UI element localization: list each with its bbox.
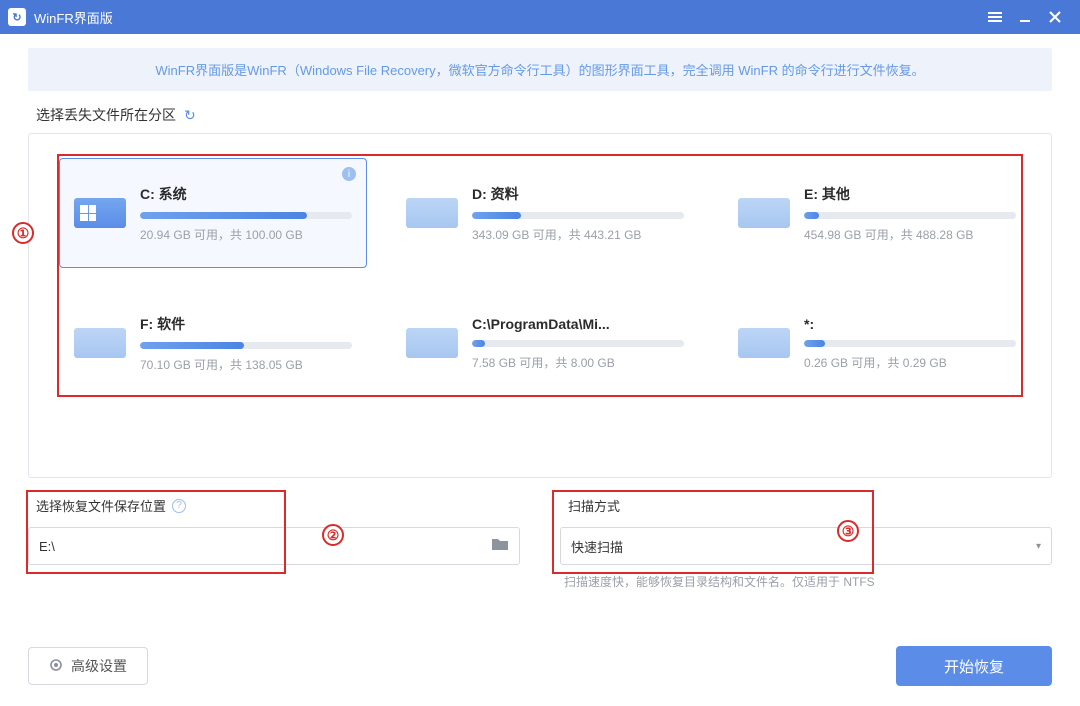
drive-info: C: 系统 20.94 GB 可用，共 100.00 GB	[140, 184, 352, 243]
drive-icon	[74, 198, 126, 228]
close-icon	[1049, 11, 1061, 23]
drive-info: E: 其他 454.98 GB 可用，共 488.28 GB	[804, 184, 1016, 243]
advanced-settings-label: 高级设置	[71, 656, 127, 676]
drive-card[interactable]: F: 软件 70.10 GB 可用，共 138.05 GB	[59, 288, 367, 398]
drive-icon	[406, 198, 458, 228]
start-recovery-button[interactable]: 开始恢复	[896, 646, 1052, 686]
info-banner-text: WinFR界面版是WinFR（Windows File Recovery，微软官…	[155, 63, 924, 78]
drive-card[interactable]: *: 0.26 GB 可用，共 0.29 GB	[723, 288, 1031, 398]
menu-button[interactable]	[980, 0, 1010, 34]
hamburger-icon	[987, 11, 1003, 23]
titlebar: ↻ WinFR界面版	[0, 0, 1080, 34]
drive-name: *:	[804, 316, 1016, 332]
scan-mode-label: 扫描方式	[568, 496, 1052, 515]
drive-stats: 454.98 GB 可用，共 488.28 GB	[804, 226, 1016, 243]
footer: 高级设置 开始恢复	[28, 646, 1052, 686]
drive-info: C:\ProgramData\Mi... 7.58 GB 可用，共 8.00 GB	[472, 316, 684, 371]
info-icon[interactable]: i	[342, 167, 356, 181]
drive-card[interactable]: E: 其他 454.98 GB 可用，共 488.28 GB	[723, 158, 1031, 268]
scan-mode-helper: 扫描速度快，能够恢复目录结构和文件名。仅适用于 NTFS	[564, 573, 1052, 590]
save-location-label: 选择恢复文件保存位置 ?	[36, 496, 520, 515]
drive-info: *: 0.26 GB 可用，共 0.29 GB	[804, 316, 1016, 371]
info-banner: WinFR界面版是WinFR（Windows File Recovery，微软官…	[28, 48, 1052, 91]
scan-mode-column: 扫描方式 快速扫描 ▾ 扫描速度快，能够恢复目录结构和文件名。仅适用于 NTFS	[560, 496, 1052, 590]
drive-usage-bar	[472, 340, 684, 347]
drive-stats: 7.58 GB 可用，共 8.00 GB	[472, 354, 684, 371]
drive-stats: 0.26 GB 可用，共 0.29 GB	[804, 354, 1016, 371]
drive-icon	[74, 328, 126, 358]
chevron-down-icon: ▾	[1036, 541, 1041, 552]
drive-card[interactable]: i C: 系统 20.94 GB 可用，共 100.00 GB	[59, 158, 367, 268]
drive-name: E: 其他	[804, 184, 1016, 204]
partition-panel: i C: 系统 20.94 GB 可用，共 100.00 GB D: 资料 343.09…	[28, 133, 1052, 478]
scan-mode-select[interactable]: 快速扫描 ▾	[560, 527, 1052, 565]
app-logo-icon: ↻	[8, 8, 26, 26]
section-label: 选择丢失文件所在分区	[36, 105, 176, 125]
drive-name: F: 软件	[140, 314, 352, 334]
drive-info: D: 资料 343.09 GB 可用，共 443.21 GB	[472, 184, 684, 243]
drive-name: C: 系统	[140, 184, 352, 204]
drive-icon	[738, 328, 790, 358]
drive-info: F: 软件 70.10 GB 可用，共 138.05 GB	[140, 314, 352, 373]
save-location-column: 选择恢复文件保存位置 ? E:\	[28, 496, 520, 590]
save-location-value: E:\	[39, 539, 491, 554]
drive-stats: 343.09 GB 可用，共 443.21 GB	[472, 226, 684, 243]
drive-stats: 20.94 GB 可用，共 100.00 GB	[140, 226, 352, 243]
drive-stats: 70.10 GB 可用，共 138.05 GB	[140, 356, 352, 373]
close-button[interactable]	[1040, 0, 1070, 34]
drive-icon	[406, 328, 458, 358]
drive-usage-bar	[804, 212, 1016, 219]
drive-usage-bar	[472, 212, 684, 219]
start-recovery-label: 开始恢复	[944, 656, 1004, 677]
minimize-icon	[1018, 10, 1032, 24]
folder-icon[interactable]	[491, 537, 509, 556]
drive-icon	[738, 198, 790, 228]
scan-mode-value: 快速扫描	[571, 537, 1036, 556]
drive-grid: i C: 系统 20.94 GB 可用，共 100.00 GB D: 资料 343.09…	[59, 158, 1031, 398]
advanced-settings-button[interactable]: 高级设置	[28, 647, 148, 685]
drive-name: C:\ProgramData\Mi...	[472, 316, 684, 332]
save-location-input[interactable]: E:\	[28, 527, 520, 565]
bottom-row: 选择恢复文件保存位置 ? E:\ 扫描方式 快速扫描 ▾ 扫描速度快，能够恢复目…	[28, 496, 1052, 590]
help-icon[interactable]: ?	[172, 499, 186, 513]
drive-usage-bar	[804, 340, 1016, 347]
minimize-button[interactable]	[1010, 0, 1040, 34]
app-title: WinFR界面版	[34, 8, 113, 27]
gear-icon	[49, 658, 63, 675]
refresh-icon[interactable]: ↻	[184, 107, 196, 124]
drive-card[interactable]: C:\ProgramData\Mi... 7.58 GB 可用，共 8.00 GB	[391, 288, 699, 398]
select-partition-heading: 选择丢失文件所在分区 ↻	[36, 105, 1052, 125]
drive-usage-bar	[140, 212, 352, 219]
drive-name: D: 资料	[472, 184, 684, 204]
drive-card[interactable]: D: 资料 343.09 GB 可用，共 443.21 GB	[391, 158, 699, 268]
drive-usage-bar	[140, 342, 352, 349]
